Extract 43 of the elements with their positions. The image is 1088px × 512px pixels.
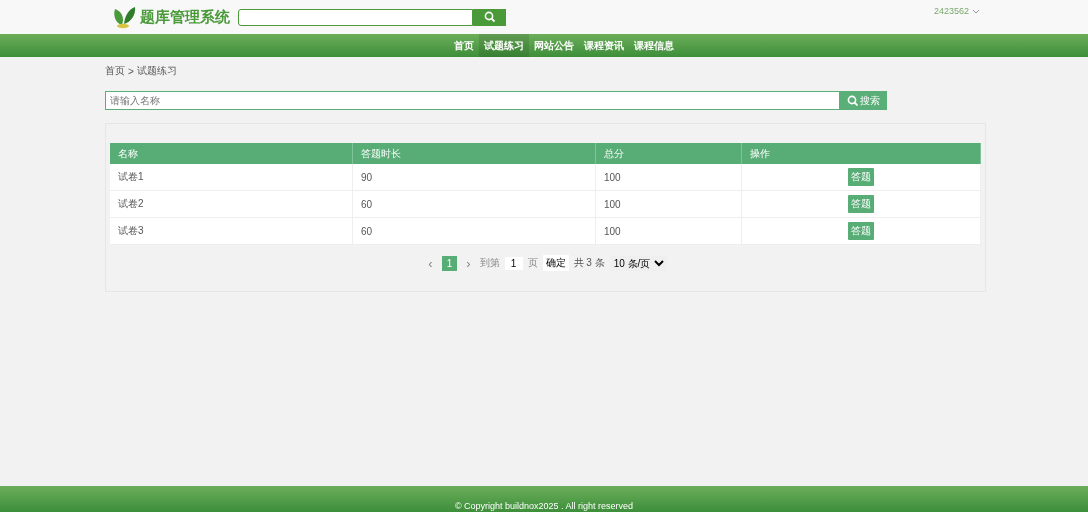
search-icon bbox=[483, 11, 496, 23]
page-number[interactable]: 1 bbox=[441, 255, 458, 271]
answer-button[interactable]: 答题 bbox=[848, 195, 874, 213]
table-cell: 100 bbox=[595, 164, 742, 191]
search-field[interactable] bbox=[238, 8, 473, 26]
answer-button[interactable]: 答题 bbox=[848, 168, 874, 186]
nav-item[interactable]: 课程资讯 bbox=[579, 34, 629, 57]
next-page-button[interactable]: › bbox=[462, 255, 475, 271]
table-cell: 60 bbox=[352, 190, 596, 218]
column-header: 答题时长 bbox=[352, 143, 596, 164]
nav-item[interactable]: 试题练习 bbox=[479, 34, 529, 57]
nav-item[interactable]: 课程信息 bbox=[629, 34, 679, 57]
search-button[interactable] bbox=[473, 8, 506, 26]
column-header: 总分 bbox=[595, 143, 742, 164]
nav-item[interactable]: 首页 bbox=[449, 34, 479, 57]
breadcrumb-item[interactable]: 首页 bbox=[105, 64, 125, 78]
user-id[interactable]: 2423562 bbox=[933, 6, 969, 16]
table-cell: 90 bbox=[352, 164, 596, 191]
confirm-button[interactable]: 确定 bbox=[542, 255, 569, 271]
answer-button[interactable]: 答题 bbox=[848, 222, 874, 240]
table-cell: 试卷1 bbox=[110, 164, 353, 191]
table-cell: 试卷3 bbox=[110, 217, 353, 245]
table-cell: 100 bbox=[595, 190, 742, 218]
nav-item[interactable]: 网站公告 bbox=[529, 34, 579, 57]
leaf-logo-icon bbox=[113, 5, 137, 29]
goto-label: 到第 bbox=[479, 256, 500, 270]
breadcrumb-item: 试题练习 bbox=[136, 64, 177, 78]
prev-page-button[interactable]: ‹ bbox=[424, 255, 437, 271]
total-count: 共 3 条 bbox=[573, 256, 605, 270]
table-cell: 60 bbox=[352, 217, 596, 245]
search-icon bbox=[847, 95, 858, 106]
table-cell: 100 bbox=[595, 217, 742, 245]
breadcrumb-separator: > bbox=[128, 65, 134, 77]
column-header: 名称 bbox=[110, 143, 353, 164]
column-header: 操作 bbox=[741, 143, 981, 164]
search-field[interactable]: 请输入名称 bbox=[105, 91, 840, 110]
table-cell: 试卷2 bbox=[110, 190, 353, 218]
chevron-down-icon bbox=[972, 7, 980, 15]
copyright-text: © Copyright buildnox2025 . All right reserved bbox=[454, 501, 634, 512]
page-unit: 页 bbox=[527, 256, 538, 270]
search-button[interactable]: 搜索 bbox=[840, 91, 887, 110]
site-title: 题库管理系统 bbox=[140, 7, 230, 27]
page-input[interactable]: 1 bbox=[504, 256, 523, 270]
